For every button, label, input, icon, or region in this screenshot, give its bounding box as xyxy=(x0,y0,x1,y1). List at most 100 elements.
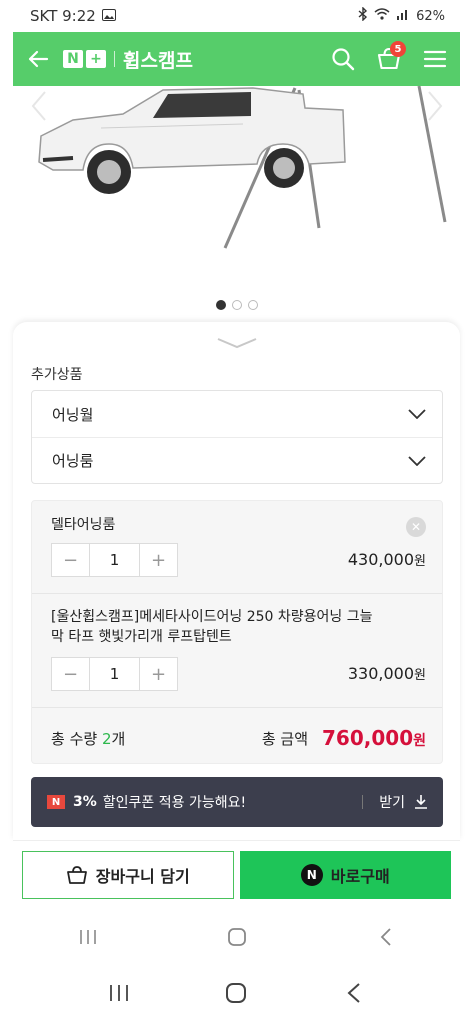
search-icon xyxy=(332,48,355,71)
total-quantity-unit: 개 xyxy=(111,729,126,748)
quantity-value[interactable]: 1 xyxy=(89,658,140,690)
item-price: 430,000원 xyxy=(348,550,426,569)
buy-now-label: 바로구매 xyxy=(330,867,390,886)
increase-button[interactable]: + xyxy=(140,544,177,576)
select-awning-wall[interactable]: 어닝월 xyxy=(32,391,442,437)
back-chevron-icon xyxy=(380,928,391,946)
coupon-banner[interactable]: N 3% 할인쿠폰 적용 가능해요! 받기 xyxy=(31,777,443,827)
system-navigation-bar xyxy=(0,962,473,1024)
coupon-text: 할인쿠폰 적용 가능해요! xyxy=(102,795,247,811)
recent-apps-button[interactable] xyxy=(68,917,108,957)
status-bar: SKT 9:22 62% xyxy=(0,0,473,32)
item-price-unit: 원 xyxy=(414,554,426,569)
add-to-cart-button[interactable]: 장바구니 담기 xyxy=(22,851,234,899)
cart-item: [울산휩스캠프]메세타사이드어닝 250 차량용어닝 그늘 막 타프 햇빛가리개… xyxy=(32,607,442,647)
total-amount: 760,000원 xyxy=(322,726,426,750)
recent-apps-icon xyxy=(109,985,128,1001)
download-icon xyxy=(415,795,427,809)
home-button[interactable] xyxy=(216,973,256,1013)
naver-plus-logo[interactable]: N + xyxy=(63,50,106,68)
cart-item: 델타어닝룸 xyxy=(32,515,442,535)
total-quantity-value: 2 xyxy=(101,729,112,748)
search-button[interactable] xyxy=(328,44,358,74)
back-arrow-icon xyxy=(28,50,49,68)
menu-button[interactable] xyxy=(420,44,450,74)
carousel-dot-3[interactable] xyxy=(247,300,258,310)
nplus-n: N xyxy=(63,50,83,68)
home-icon xyxy=(226,983,247,1003)
total-amount-unit: 원 xyxy=(413,733,426,749)
add-to-cart-label: 장바구니 담기 xyxy=(95,867,190,886)
battery-text: 62% xyxy=(416,8,445,24)
header-divider xyxy=(114,51,115,67)
item-divider xyxy=(32,593,442,594)
carousel-dot-2[interactable] xyxy=(231,300,242,310)
status-time: SKT 9:22 xyxy=(30,7,96,25)
select-label: 어닝월 xyxy=(52,405,94,424)
back-chevron-icon xyxy=(347,983,360,1003)
product-image-carousel[interactable] xyxy=(13,86,460,314)
cart-count-badge: 5 xyxy=(390,41,406,57)
back-button[interactable] xyxy=(23,44,53,74)
item-price: 330,000원 xyxy=(348,664,426,683)
back-nav-button[interactable] xyxy=(366,917,406,957)
item-name-line1: [울산휩스캠프]메세타사이드어닝 250 차량용어닝 그늘 xyxy=(51,609,373,625)
increase-button[interactable]: + xyxy=(140,658,177,690)
cart-button[interactable]: 5 xyxy=(374,41,406,74)
quantity-stepper: − 1 + xyxy=(51,543,178,577)
chevron-down-icon xyxy=(217,338,257,349)
shopping-bag-icon xyxy=(66,866,87,884)
product-image xyxy=(31,86,447,249)
coupon-percent: 3% xyxy=(73,794,97,810)
chevron-down-icon xyxy=(408,409,426,419)
recent-apps-button[interactable] xyxy=(99,973,139,1013)
naver-pay-icon: N xyxy=(300,864,323,886)
option-select-group: 어닝월 어닝룸 xyxy=(31,390,443,484)
carousel-indicator xyxy=(13,300,460,310)
purchase-options-sheet: 추가상품 어닝월 어닝룸 델타어닝룸 ✕ − 1 + 430,000원 [울산휩 xyxy=(13,322,460,840)
close-icon: ✕ xyxy=(410,520,422,534)
select-label: 어닝룸 xyxy=(52,452,94,470)
remove-item-button[interactable]: ✕ xyxy=(406,517,426,537)
home-button[interactable] xyxy=(217,917,257,957)
item-name-line2: 막 타프 햇빛가리개 루프탑텐트 xyxy=(51,629,232,645)
receive-label: 받기 xyxy=(379,795,405,811)
app-header: N + 휩스캠프 5 xyxy=(13,32,460,86)
total-amount-label: 총 금액 xyxy=(261,729,309,748)
naver-pay-badge: N xyxy=(47,795,65,809)
menu-icon xyxy=(423,50,447,68)
item-price-value: 430,000 xyxy=(347,550,415,569)
item-name: 델타어닝룸 xyxy=(51,517,116,533)
nplus-plus: + xyxy=(86,50,106,68)
additional-products-label: 추가상품 xyxy=(31,367,83,383)
coupon-divider xyxy=(362,795,364,809)
buy-now-button[interactable]: N 바로구매 xyxy=(239,851,451,899)
totals-divider xyxy=(32,707,442,708)
gallery-notification-icon xyxy=(101,7,116,25)
order-totals: 총 수량 2개 총 금액 760,000원 xyxy=(32,711,442,765)
total-quantity-label: 총 수량 xyxy=(51,729,98,748)
recent-apps-icon xyxy=(79,930,96,944)
bluetooth-icon xyxy=(358,6,368,25)
sheet-collapse-handle[interactable] xyxy=(216,334,258,353)
quantity-value[interactable]: 1 xyxy=(89,544,140,576)
selected-items-box: 델타어닝룸 ✕ − 1 + 430,000원 [울산휩스캠프]메세타사이드어닝 … xyxy=(31,500,443,764)
select-awning-room[interactable]: 어닝룸 xyxy=(32,437,442,483)
decrease-button[interactable]: − xyxy=(52,544,89,576)
item-price-value: 330,000 xyxy=(347,664,415,683)
carousel-dot-1[interactable] xyxy=(215,300,226,310)
wifi-icon xyxy=(374,8,390,24)
item-price-unit: 원 xyxy=(414,668,426,683)
chevron-down-icon xyxy=(408,455,426,466)
signal-icon xyxy=(396,8,410,24)
total-quantity: 총 수량 2개 xyxy=(51,728,125,749)
back-nav-button[interactable] xyxy=(334,973,374,1013)
inner-navigation-bar xyxy=(13,912,460,962)
receive-coupon-button[interactable]: 받기 xyxy=(362,792,429,812)
total-amount-value: 760,000 xyxy=(322,726,414,750)
quantity-stepper: − 1 + xyxy=(51,657,178,691)
purchase-action-bar: 장바구니 담기 N 바로구매 xyxy=(13,840,460,912)
home-icon xyxy=(227,928,246,946)
store-name[interactable]: 휩스캠프 xyxy=(123,46,193,73)
decrease-button[interactable]: − xyxy=(52,658,89,690)
